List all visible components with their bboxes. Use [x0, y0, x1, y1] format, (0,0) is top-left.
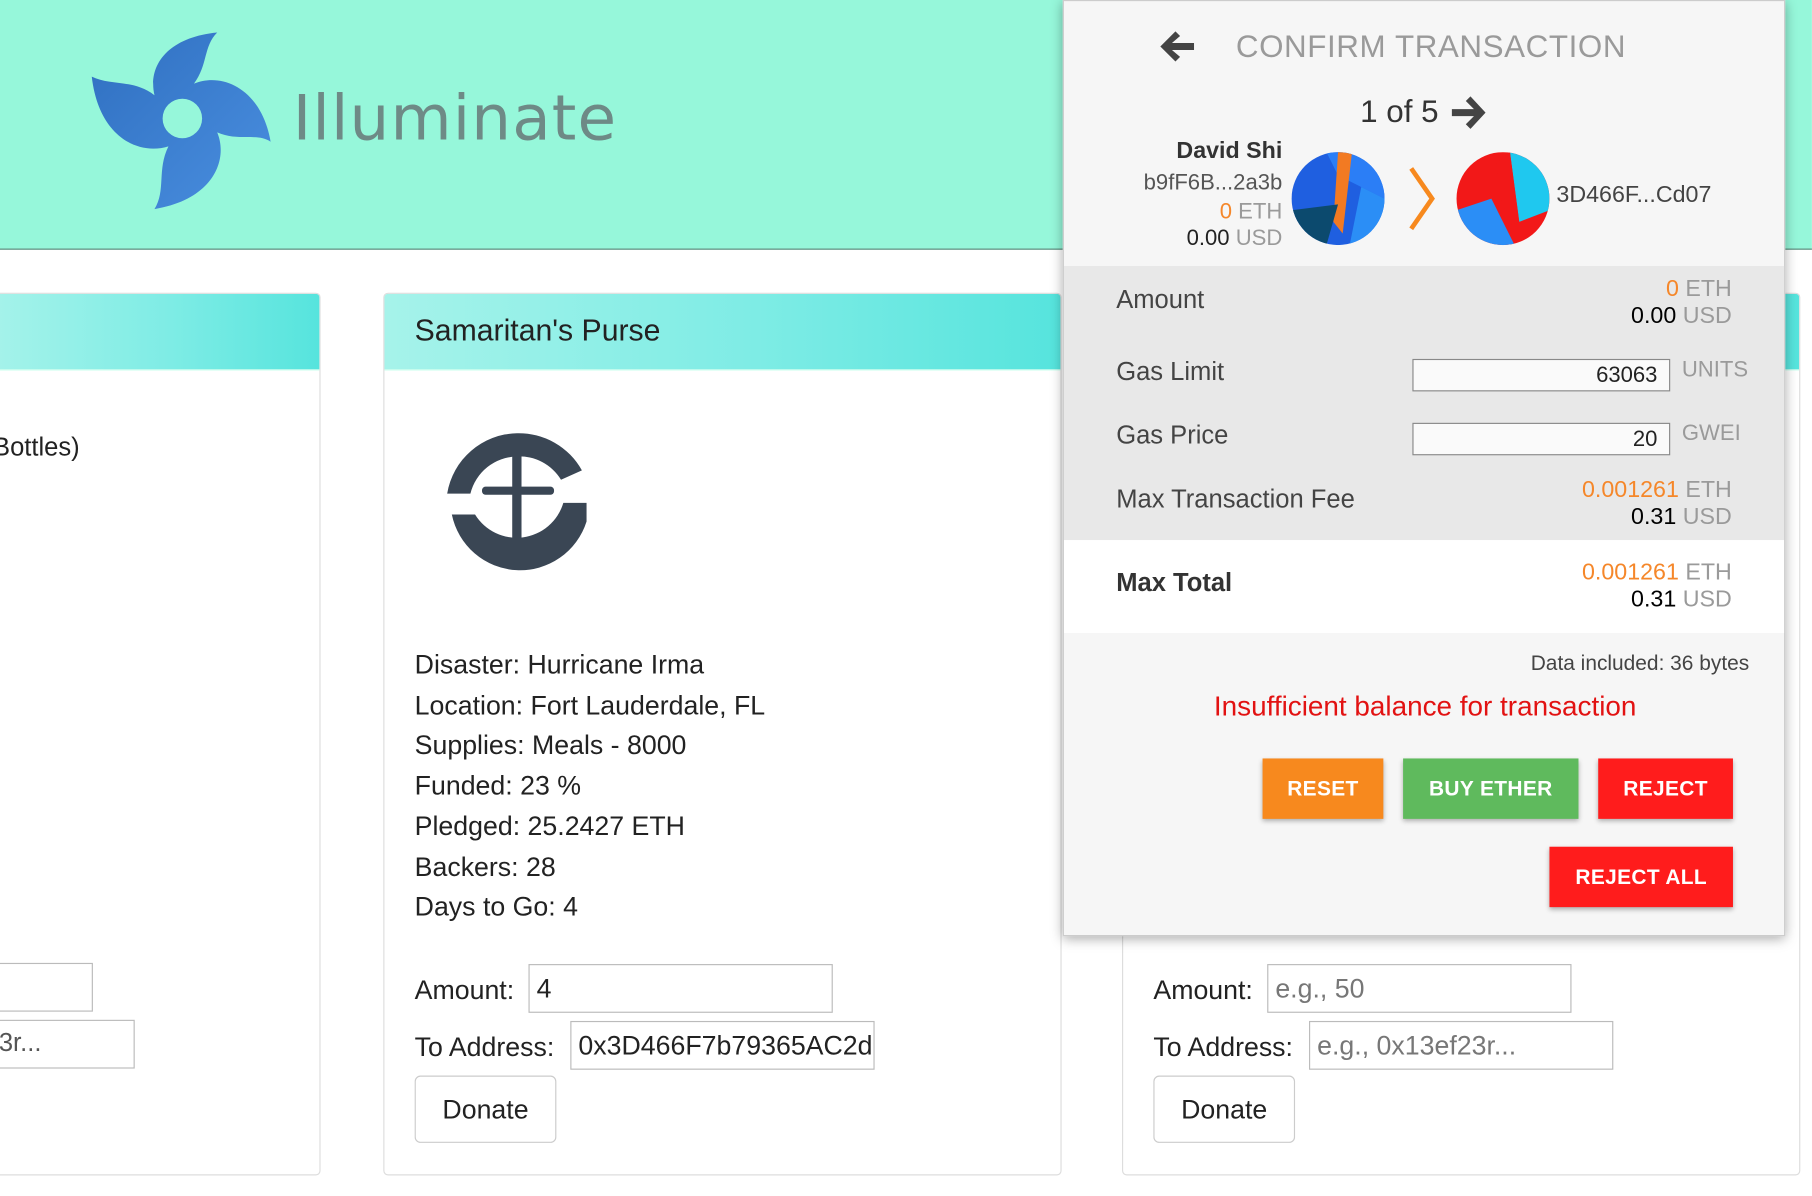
hurricane-logo-icon — [91, 32, 271, 210]
campaign-card-samaritans-purse: Samaritan's Purse Disaster: Hurricane Ir… — [383, 292, 1062, 1176]
gas-price-label: Gas Price — [1116, 420, 1229, 450]
info-days-to-go: Days to Go: 4 — [414, 891, 578, 922]
info-disaster: Disaster: Hurricane Irma — [414, 649, 705, 680]
sender-identicon — [1291, 152, 1385, 246]
to-address-label: To Address: — [414, 1031, 555, 1062]
confirm-transaction-popup: CONFIRM TRANSACTION 1 of 5 David Shi b9f… — [1062, 0, 1786, 937]
amount-input[interactable]: 4 — [528, 964, 833, 1013]
next-arrow-icon[interactable] — [1450, 94, 1489, 131]
sender-usd-balance: 0.00 USD — [1186, 226, 1283, 251]
to-address-input[interactable]: e.g., 0x13ef23r... — [1309, 1020, 1614, 1070]
reset-button[interactable]: RESET — [1262, 758, 1384, 819]
info-location: Location: Fort Lauderdale, FL — [414, 689, 766, 720]
donate-button[interactable]: Donate — [414, 1075, 557, 1143]
card-title: Samaritan's Purse — [384, 293, 1061, 371]
back-arrow-icon[interactable] — [1157, 29, 1196, 64]
data-included: Data included: 36 bytes — [1530, 651, 1750, 675]
to-address-label: To Address: — [1153, 1031, 1293, 1062]
max-fee-label: Max Transaction Fee — [1116, 484, 1355, 514]
gas-price-unit: GWEI — [1681, 421, 1741, 447]
transaction-counter: 1 of 5 — [1360, 94, 1439, 129]
gas-limit-label: Gas Limit — [1116, 356, 1225, 386]
max-total-value: 0.001261 ETH 0.31 USD — [1581, 559, 1732, 613]
error-message: Insufficient balance for transaction — [1213, 691, 1637, 723]
card-header — [0, 293, 320, 371]
card-left-address-input[interactable]: 3r... — [0, 1019, 135, 1069]
card-left-amount-input[interactable] — [0, 962, 93, 1012]
transfer-direction-chevron-icon — [1409, 167, 1435, 231]
campaign-info: Disaster: Hurricane Irma Location: Fort … — [415, 645, 766, 927]
popup-title: CONFIRM TRANSACTION — [1235, 29, 1627, 64]
recipient-identicon — [1456, 152, 1550, 246]
page: Illuminate Bottles) 3r... Samaritan's Pu… — [0, 0, 1812, 1196]
recipient-address: 3D466F...Cd07 — [1556, 182, 1712, 208]
info-pledged: Pledged: 25.2427 ETH — [414, 810, 685, 841]
to-address-input[interactable]: 0x3D466F7b79365AC2d — [570, 1020, 875, 1070]
samaritans-purse-logo-icon — [447, 433, 587, 571]
card-left-supplies-partial: Bottles) — [0, 432, 80, 462]
info-supplies: Supplies: Meals - 8000 — [414, 729, 687, 761]
gas-price-input[interactable]: 20 — [1412, 422, 1671, 456]
brand-name: Illuminate — [292, 81, 618, 155]
info-backers: Backers: 28 — [414, 850, 556, 882]
max-fee-value: 0.001261 ETH 0.31 USD — [1581, 477, 1732, 530]
info-funded: Funded: 23 % — [414, 770, 582, 801]
buy-ether-button[interactable]: BUY ETHER — [1403, 758, 1579, 819]
amount-row-label: Amount — [1116, 284, 1205, 314]
amount-label: Amount: — [1153, 974, 1253, 1005]
reject-button[interactable]: REJECT — [1598, 758, 1733, 819]
reject-all-button[interactable]: REJECT ALL — [1549, 846, 1733, 908]
amount-label: Amount: — [414, 974, 515, 1005]
amount-input[interactable]: e.g., 50 — [1267, 964, 1572, 1013]
donate-button[interactable]: Donate — [1153, 1075, 1296, 1143]
gas-limit-input[interactable]: 63063 — [1412, 358, 1671, 392]
sender-eth-balance: 0 ETH — [1219, 199, 1283, 225]
amount-row-value: 0 ETH 0.00 USD — [1631, 276, 1732, 329]
gas-limit-unit: UNITS — [1681, 357, 1749, 383]
sender-name: David Shi — [1176, 138, 1283, 164]
sender-address: b9fF6B...2a3b — [1143, 170, 1283, 196]
max-total-label: Max Total — [1116, 567, 1233, 598]
